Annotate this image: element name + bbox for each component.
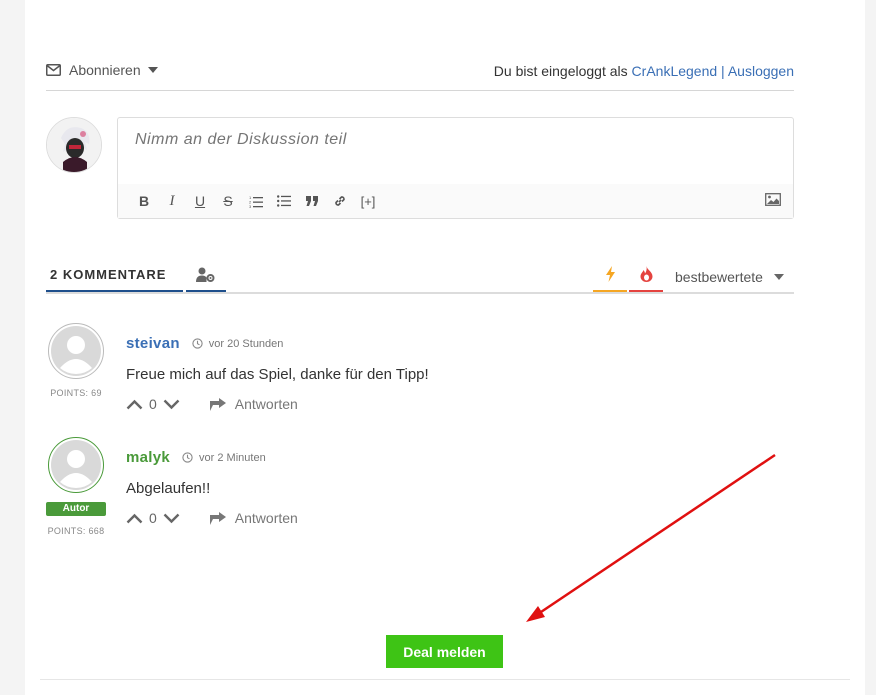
image-upload-button[interactable] — [765, 193, 781, 211]
chevron-up-icon — [126, 399, 143, 409]
user-settings-icon — [196, 267, 215, 282]
comment-time-text: vor 2 Minuten — [199, 451, 266, 464]
login-status: Du bist eingeloggt als CrAnkLegend | Aus… — [494, 63, 794, 79]
svg-text:3: 3 — [249, 204, 252, 208]
envelope-icon — [46, 64, 61, 76]
comment-editor: B I U S 123 [+] — [117, 117, 794, 219]
author-badge: Autor — [46, 502, 106, 516]
quote-icon — [305, 196, 318, 206]
user-avatar-image — [47, 118, 101, 172]
lightning-icon — [605, 266, 615, 282]
login-separator: | — [717, 63, 728, 79]
reply-button[interactable]: Antworten — [209, 396, 298, 412]
downvote-button[interactable] — [163, 513, 180, 524]
upvote-button[interactable] — [126, 399, 143, 410]
default-avatar-icon — [51, 326, 101, 376]
reply-label: Antworten — [234, 396, 298, 412]
divider — [40, 679, 850, 680]
underline-button[interactable]: U — [186, 191, 214, 211]
caret-down-icon — [773, 274, 784, 280]
fire-icon — [640, 266, 652, 282]
bullet-list-button[interactable] — [270, 191, 298, 211]
username-link[interactable]: CrAnkLegend — [632, 63, 718, 79]
report-deal-button[interactable]: Deal melden — [386, 635, 503, 668]
subscribe-label: Abonnieren — [69, 62, 141, 78]
comment-time: vor 2 Minuten — [182, 452, 266, 464]
logout-link[interactable]: Ausloggen — [728, 63, 794, 79]
reply-arrow-icon — [209, 397, 226, 411]
downvote-button[interactable] — [163, 399, 180, 410]
chevron-up-icon — [126, 513, 143, 523]
vote-count: 0 — [149, 510, 157, 526]
ordered-list-icon: 123 — [249, 195, 263, 208]
comment-item: Autor POINTS: 668 malyk vor 2 Minuten Ab… — [46, 437, 794, 547]
vote-count: 0 — [149, 396, 157, 412]
ordered-list-button[interactable]: 123 — [242, 191, 270, 211]
comment-time-text: vor 20 Stunden — [208, 337, 284, 350]
sort-label: bestbewertete — [675, 269, 763, 285]
chevron-down-icon — [163, 513, 180, 523]
user-points: POINTS: 668 — [47, 526, 105, 536]
comment-avatar — [48, 323, 104, 379]
clock-icon — [192, 338, 203, 349]
comment-header: steivan vor 20 Stunden — [126, 335, 283, 352]
editor-toolbar: B I U S 123 [+] — [118, 184, 793, 218]
clock-icon — [182, 452, 193, 463]
strikethrough-button[interactable]: S — [214, 191, 242, 211]
comment-author[interactable]: malyk — [126, 449, 170, 466]
upvote-button[interactable] — [126, 513, 143, 524]
comment-author[interactable]: steivan — [126, 335, 180, 352]
comment-item: POINTS: 69 steivan vor 20 Stunden Freue … — [46, 323, 794, 423]
link-button[interactable] — [326, 191, 354, 211]
italic-button[interactable]: I — [158, 191, 186, 211]
user-points: POINTS: 69 — [50, 388, 102, 398]
reply-button[interactable]: Antworten — [209, 510, 298, 526]
comments-tabs: 2 KOMMENTARE bestbewertete — [46, 262, 794, 294]
comments-topbar: Abonnieren Du bist eingeloggt als CrAnkL… — [46, 60, 794, 91]
tab-users[interactable] — [186, 262, 226, 292]
spoiler-button[interactable]: [+] — [354, 191, 382, 211]
link-icon — [335, 196, 345, 206]
comment-text: Freue mich auf das Spiel, danke für den … — [126, 366, 429, 383]
comment-actions: 0 Antworten — [126, 396, 298, 412]
tab-hottest[interactable] — [629, 262, 663, 292]
login-prefix: Du bist eingeloggt als — [493, 63, 632, 79]
subscribe-dropdown[interactable]: Abonnieren — [46, 62, 158, 78]
comment-input[interactable] — [133, 130, 777, 150]
tab-comments-count[interactable]: 2 KOMMENTARE — [46, 262, 183, 292]
tab-newest[interactable] — [593, 262, 627, 292]
default-avatar-icon — [51, 440, 101, 490]
reply-label: Antworten — [234, 510, 298, 526]
image-icon — [765, 193, 781, 206]
current-user-avatar — [46, 117, 102, 173]
comment-actions: 0 Antworten — [126, 510, 298, 526]
comment-time: vor 20 Stunden — [192, 337, 284, 350]
reply-arrow-icon — [209, 511, 226, 525]
sort-dropdown[interactable]: bestbewertete — [675, 269, 784, 285]
chevron-down-icon — [163, 399, 180, 409]
comment-header: malyk vor 2 Minuten — [126, 449, 266, 466]
quote-button[interactable] — [298, 191, 326, 211]
caret-down-icon — [147, 67, 158, 73]
bold-button[interactable]: B — [130, 191, 158, 211]
bullet-list-icon — [277, 195, 291, 207]
comment-text: Abgelaufen!! — [126, 480, 211, 497]
comment-avatar — [48, 437, 104, 493]
